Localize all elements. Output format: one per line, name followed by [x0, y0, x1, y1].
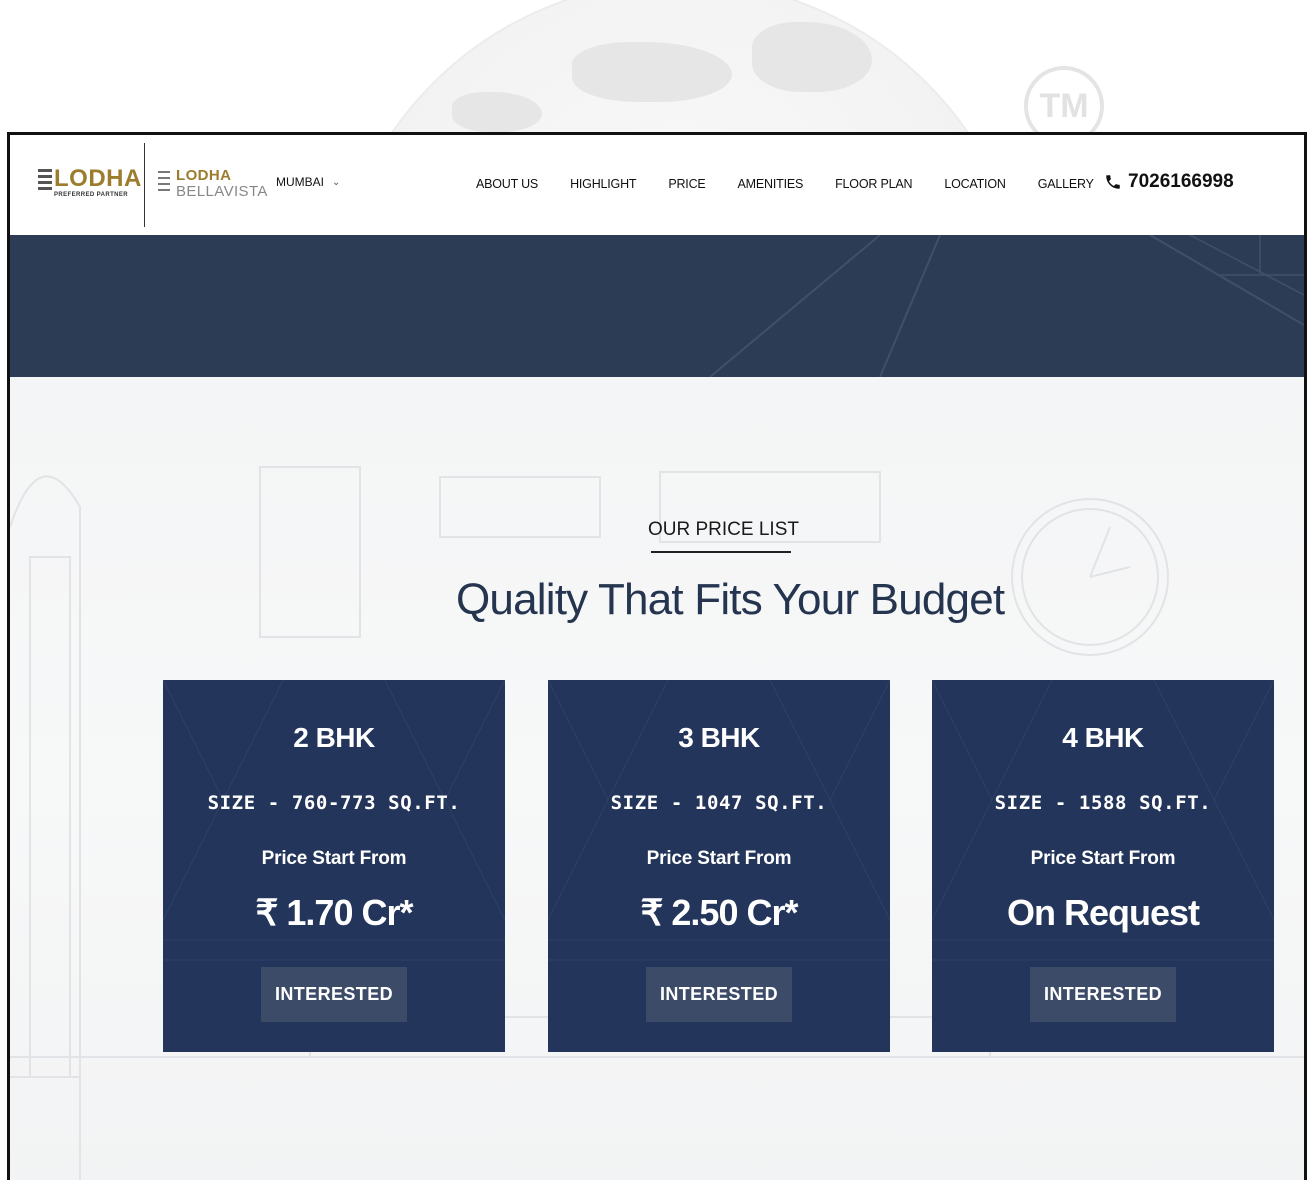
city-label: MUMBAI — [276, 175, 324, 189]
bellavista-logo[interactable]: LODHA BELLAVISTA — [158, 167, 268, 203]
nav-gallery[interactable]: GALLERY — [1038, 177, 1094, 191]
logo-bars-icon — [158, 171, 170, 195]
card-title: 4 BHK — [1062, 722, 1144, 753]
nav-amenities[interactable]: AMENITIES — [738, 177, 804, 191]
nav-highlight[interactable]: HIGHLIGHT — [570, 177, 636, 191]
price-list-section: OUR PRICE LIST Quality That Fits Your Bu… — [10, 377, 1304, 1180]
globe-watermark — [330, 0, 1030, 134]
banner-lines-decoration — [709, 235, 1304, 377]
hero-banner — [10, 235, 1304, 377]
logo-tagline: PREFERRED PARTNER — [54, 192, 129, 198]
bellavista-logo-top: LODHA — [176, 167, 232, 184]
price-card-2bhk: 2 BHK SIZE - 760-773 SQ.FT. Price Start … — [163, 680, 505, 1052]
website-frame: LODHA PREFERRED PARTNER LODHA BELLAVISTA… — [7, 132, 1307, 1180]
navbar: LODHA PREFERRED PARTNER LODHA BELLAVISTA… — [10, 135, 1304, 235]
card-size: SIZE - 760-773 SQ.FT. — [207, 792, 461, 814]
city-dropdown[interactable]: MUMBAI ⌄ — [276, 175, 340, 189]
card-price: On Request — [1006, 892, 1200, 933]
card-title: 3 BHK — [678, 722, 760, 753]
card-price-label: Price Start From — [261, 848, 407, 869]
eyebrow-underline — [651, 551, 791, 553]
price-card-4bhk: 4 BHK SIZE - 1588 SQ.FT. Price Start Fro… — [932, 680, 1274, 1052]
watermark-backdrop: TM — [0, 0, 1308, 134]
logo-wordmark: LODHA — [54, 165, 142, 192]
interested-button[interactable]: INTERESTED — [261, 967, 407, 1022]
nav-floor-plan[interactable]: FLOOR PLAN — [835, 177, 912, 191]
card-price-label: Price Start From — [646, 848, 792, 869]
lodha-logo[interactable]: LODHA PREFERRED PARTNER — [38, 165, 142, 201]
main-nav: ABOUT US HIGHLIGHT PRICE AMENITIES FLOOR… — [476, 177, 1126, 191]
nav-price[interactable]: PRICE — [668, 177, 705, 191]
price-card-3bhk: 3 BHK SIZE - 1047 SQ.FT. Price Start Fro… — [548, 680, 890, 1052]
chevron-down-icon: ⌄ — [332, 176, 341, 188]
card-size: SIZE - 1047 SQ.FT. — [610, 792, 828, 814]
phone-icon — [1106, 175, 1120, 189]
eyebrow-text: OUR PRICE LIST — [648, 519, 799, 540]
card-price: ₹ 2.50 Cr* — [640, 892, 799, 933]
card-price-label: Price Start From — [1030, 848, 1176, 869]
trademark-watermark: TM — [1024, 66, 1104, 134]
phone-number: 7026166998 — [1128, 171, 1234, 192]
section-eyebrow: OUR PRICE LIST — [648, 519, 799, 553]
bellavista-logo-bottom: BELLAVISTA — [176, 183, 268, 200]
phone-link[interactable]: 7026166998 — [1104, 171, 1234, 193]
nav-location[interactable]: LOCATION — [944, 177, 1006, 191]
card-price: ₹ 1.70 Cr* — [255, 892, 414, 933]
logo-divider — [144, 143, 145, 227]
logo-bars-icon — [38, 169, 52, 193]
card-size: SIZE - 1588 SQ.FT. — [994, 792, 1212, 814]
card-title: 2 BHK — [293, 722, 375, 753]
nav-about-us[interactable]: ABOUT US — [476, 177, 538, 191]
section-headline: Quality That Fits Your Budget — [456, 575, 1005, 624]
interested-button[interactable]: INTERESTED — [1030, 967, 1176, 1022]
interested-button[interactable]: INTERESTED — [646, 967, 792, 1022]
